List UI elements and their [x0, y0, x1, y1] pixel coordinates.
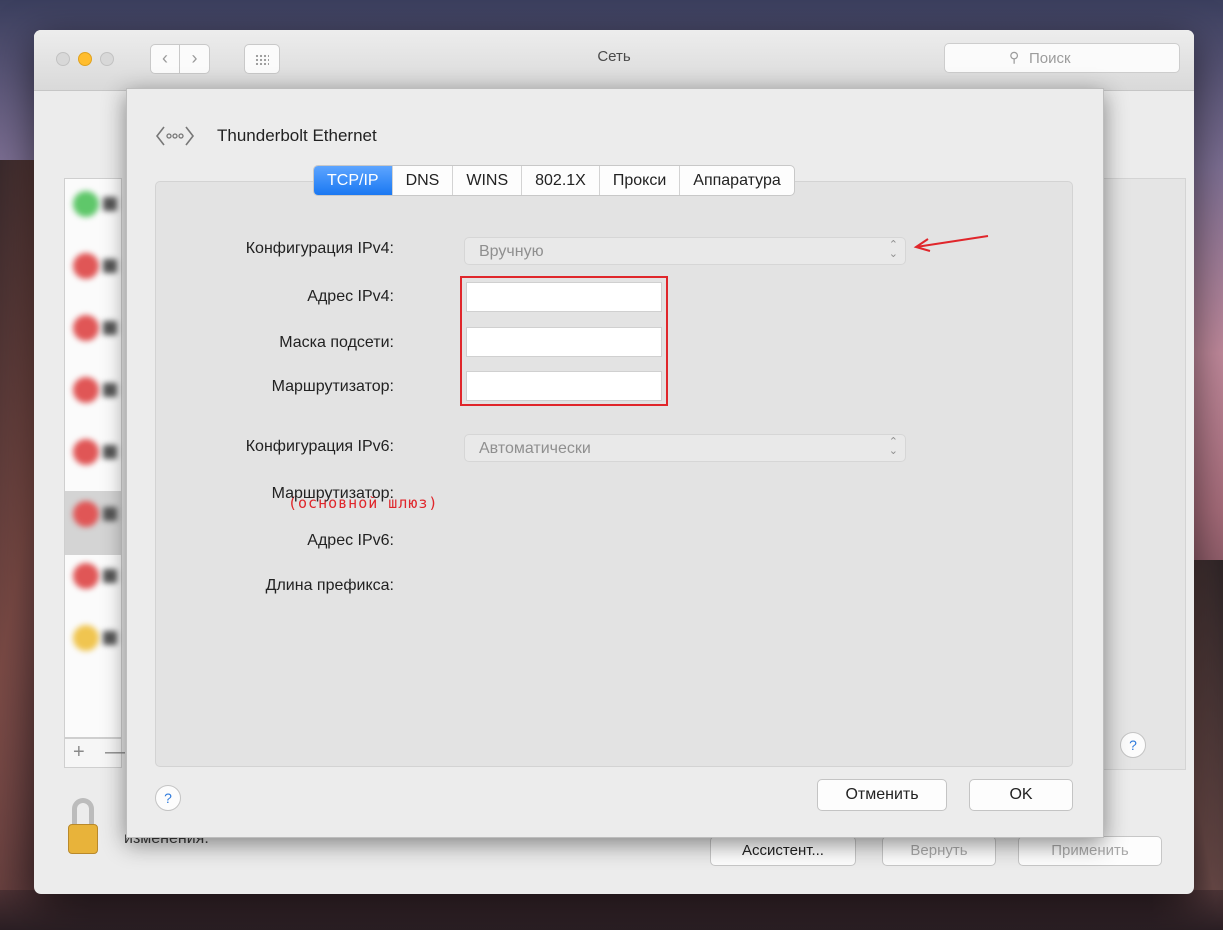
title-bar: ‹ › Сеть ⚲ Поиск	[34, 30, 1194, 91]
updown-arrows-icon: ⌃ ⌄	[888, 436, 898, 457]
updown-arrows-icon: ⌃ ⌄	[888, 239, 898, 260]
remove-service-button[interactable]: —	[105, 739, 125, 765]
ipv4-config-value: Вручную	[479, 243, 544, 260]
tab-аппаратура[interactable]: Аппаратура	[679, 166, 793, 195]
service-name-blurred	[103, 259, 117, 273]
service-name-blurred	[103, 569, 117, 583]
subnet-mask-label: Маска подсети:	[279, 334, 394, 351]
service-status-icon	[73, 377, 99, 403]
annotation-arrow	[913, 235, 989, 252]
ipv6-config-value: Автоматически	[479, 440, 591, 457]
apply-button[interactable]: Применить	[1018, 836, 1162, 866]
search-field[interactable]: ⚲ Поиск	[944, 43, 1180, 73]
service-name-blurred	[103, 383, 117, 397]
service-list-controls: + —	[64, 738, 125, 768]
search-placeholder: Поиск	[1029, 50, 1071, 67]
tab-прокси[interactable]: Прокси	[598, 166, 679, 195]
tcpip-panel: Конфигурация IPv4: Вручную ⌃ ⌄ Адрес IPv4…	[155, 181, 1073, 767]
ipv4-address-label: Адрес IPv4:	[307, 288, 394, 305]
service-name-blurred	[103, 445, 117, 459]
ethernet-icon	[155, 126, 195, 146]
ipv4-config-popup[interactable]: Вручную ⌃ ⌄	[464, 237, 906, 265]
cancel-button[interactable]: Отменить	[817, 779, 947, 811]
service-status-icon	[73, 253, 99, 279]
service-status-icon	[73, 191, 99, 217]
ipv4-config-label: Конфигурация IPv4:	[245, 240, 394, 257]
router-label: Маршрутизатор:	[271, 378, 394, 395]
service-name-blurred	[103, 197, 117, 211]
service-detail-panel	[1094, 178, 1186, 770]
revert-button[interactable]: Вернуть	[882, 836, 996, 866]
help-button[interactable]: ?	[155, 785, 181, 811]
wallpaper-ground	[0, 890, 1223, 930]
annotation-highlight-box	[460, 276, 668, 406]
service-status-icon	[73, 315, 99, 341]
settings-tabs: TCP/IP DNS WINS 802.1X Прокси Аппаратура	[313, 165, 795, 196]
service-status-icon	[73, 563, 99, 589]
ok-button[interactable]: OK	[969, 779, 1073, 811]
service-status-icon	[73, 501, 99, 527]
ipv6-config-label: Конфигурация IPv6:	[245, 438, 394, 455]
tab-802-1x[interactable]: 802.1X	[521, 166, 599, 195]
assistant-button[interactable]: Ассистент...	[710, 836, 856, 866]
search-icon: ⚲	[1009, 49, 1020, 65]
prefix-length-label: Длина префикса:	[265, 577, 394, 594]
add-service-button[interactable]: +	[73, 739, 85, 765]
service-name-blurred	[103, 321, 117, 335]
interface-name: Thunderbolt Ethernet	[217, 126, 377, 145]
lock-icon[interactable]	[68, 824, 98, 854]
ipv6-config-popup[interactable]: Автоматически ⌃ ⌄	[464, 434, 906, 462]
service-status-icon	[73, 625, 99, 651]
tab-wins[interactable]: WINS	[452, 166, 521, 195]
service-name-blurred	[103, 631, 117, 645]
background-help-button[interactable]: ?	[1120, 732, 1146, 758]
service-list[interactable]	[64, 178, 122, 738]
advanced-settings-sheet: Thunderbolt Ethernet Конфигурация IPv4: …	[126, 88, 1104, 838]
tab-dns[interactable]: DNS	[391, 166, 453, 195]
service-status-icon	[73, 439, 99, 465]
service-name-blurred	[103, 507, 117, 521]
ipv6-router-label: Маршрутизатор:	[271, 485, 394, 502]
tab-tcp-ip[interactable]: TCP/IP	[314, 166, 392, 195]
ipv6-address-label: Адрес IPv6:	[307, 532, 394, 549]
